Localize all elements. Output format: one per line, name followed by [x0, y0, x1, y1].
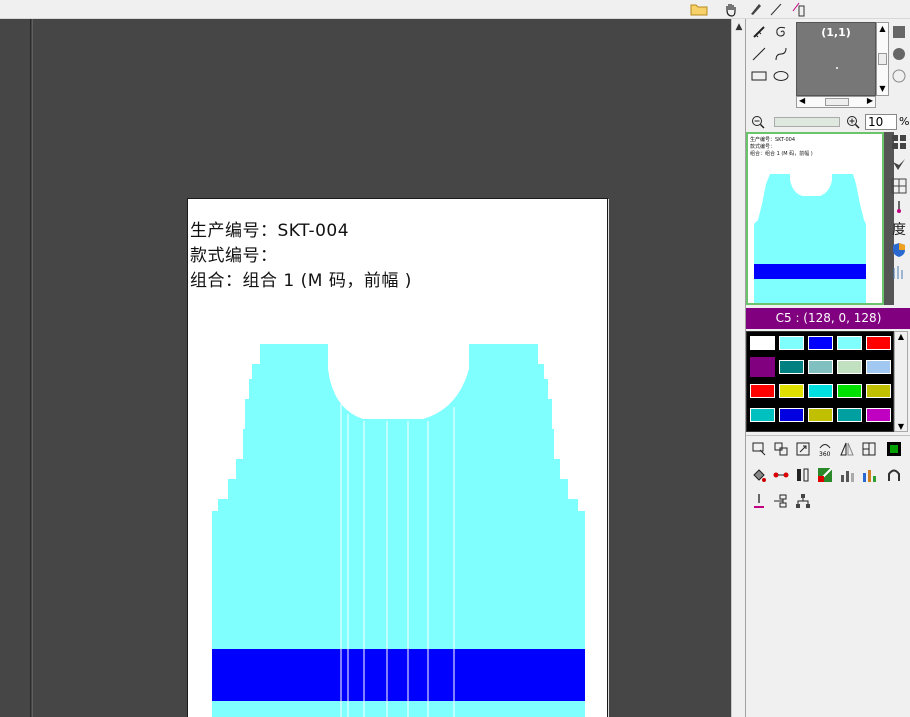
check-mark-icon[interactable] [889, 154, 909, 174]
palette-up-arrow-icon[interactable]: ▲ [895, 332, 907, 341]
zoom-in-icon[interactable] [843, 112, 863, 132]
navigator-down-arrow-icon[interactable]: ▼ [877, 83, 888, 95]
canvas-workspace[interactable]: 生产编号：SKT-004 款式编号： 组合：组合 1 (M 码，前幅 ) [0, 19, 731, 717]
chart-icon[interactable] [837, 465, 857, 485]
navigator-marker [836, 67, 838, 69]
navigator-vertical-thumb[interactable] [878, 53, 887, 65]
ellipse-tool-icon[interactable] [771, 66, 791, 86]
shield-icon[interactable] [889, 240, 909, 260]
grid-view-icon[interactable] [889, 132, 909, 152]
palette-swatch[interactable] [866, 360, 891, 374]
palette-swatch[interactable] [750, 408, 775, 422]
palette-swatch[interactable] [779, 384, 804, 398]
copy-icon[interactable] [771, 439, 791, 459]
rotate-icon[interactable]: 360 [815, 439, 835, 459]
palette-swatch[interactable] [837, 360, 862, 374]
palette-swatch[interactable] [779, 360, 804, 374]
navigator-right-arrow-icon[interactable]: ▶ [867, 96, 873, 105]
zoom-out-icon[interactable] [748, 112, 768, 132]
square-shape-icon[interactable] [889, 22, 909, 42]
palette-swatch[interactable] [750, 384, 775, 398]
thumbnail-garment [754, 174, 866, 303]
connect-icon[interactable] [771, 465, 791, 485]
palette-swatch[interactable] [866, 336, 891, 350]
canvas-vertical-scrollbar[interactable]: ▲ [731, 19, 745, 717]
scroll-up-arrow-icon[interactable]: ▲ [733, 20, 745, 34]
navigator-up-arrow-icon[interactable]: ▲ [877, 23, 888, 35]
analysis-icon[interactable] [859, 465, 879, 485]
brush-icon[interactable] [889, 198, 909, 218]
palette-swatch[interactable] [808, 360, 833, 374]
current-color-label: C5 : (128, 0, 128) [746, 308, 910, 329]
palette-swatch[interactable] [837, 336, 862, 350]
panel-empty-area [746, 519, 910, 717]
navigator-horizontal-scrollbar[interactable]: ◀ ▶ [796, 96, 876, 108]
palette-swatch[interactable] [750, 336, 775, 350]
palette-swatch[interactable] [808, 408, 833, 422]
split-icon[interactable] [859, 439, 879, 459]
thumbnail-preview[interactable]: 生产编号：SKT-004 款式编号： 组合：组合 1 (M 码，前幅 ) [746, 132, 884, 305]
palette-swatch[interactable] [808, 336, 833, 350]
arch-icon[interactable] [884, 465, 904, 485]
right-tool-panel: (1,1) ▲ ▼ ◀ ▶ 10 % 生产编号：SKT-004 款式编号： 组合… [745, 19, 910, 717]
hierarchy-icon[interactable] [793, 491, 813, 511]
palette-swatch[interactable] [750, 357, 775, 377]
navigator-coordinate: (1,1) [821, 26, 851, 39]
palette-swatch[interactable] [808, 384, 833, 398]
palette-swatch[interactable] [866, 408, 891, 422]
line-icon[interactable] [767, 1, 785, 17]
zoom-slider[interactable] [774, 117, 840, 127]
stamp-icon[interactable] [749, 491, 769, 511]
hollow-circle-icon[interactable] [889, 66, 909, 86]
navigator-view[interactable]: (1,1) [796, 22, 876, 96]
filled-circle-icon[interactable] [889, 44, 909, 64]
left-guide-line [30, 19, 33, 717]
degree-icon[interactable]: 度 [889, 219, 909, 239]
rectangle-tool-icon[interactable] [749, 66, 769, 86]
color-swap-icon[interactable] [815, 465, 835, 485]
curve-tool-icon[interactable] [771, 44, 791, 64]
line-tool-icon[interactable] [749, 44, 769, 64]
column-icon[interactable] [793, 465, 813, 485]
marker-icon[interactable] [790, 1, 808, 17]
navigator-horizontal-thumb[interactable] [825, 98, 849, 106]
editing-tools: 360 [746, 435, 910, 519]
mirror-icon[interactable] [837, 439, 857, 459]
palette-swatch[interactable] [779, 336, 804, 350]
garment-band [212, 649, 585, 701]
select-icon[interactable] [749, 439, 769, 459]
zoom-value-input[interactable]: 10 [865, 114, 897, 130]
palette-swatch[interactable] [837, 384, 862, 398]
palette-down-arrow-icon[interactable]: ▼ [895, 422, 907, 431]
zoom-controls: 10 % [746, 113, 910, 131]
resize-icon[interactable] [793, 439, 813, 459]
zoom-percent-label: % [899, 115, 910, 128]
design-paper[interactable]: 生产编号：SKT-004 款式编号： 组合：组合 1 (M 码，前幅 ) [187, 198, 608, 717]
svg-text:360: 360 [819, 451, 831, 457]
palette-swatch[interactable] [837, 408, 862, 422]
small-grid-icon[interactable] [889, 176, 909, 196]
palette-swatch[interactable] [779, 408, 804, 422]
hand-icon[interactable] [722, 1, 740, 17]
ruler-pen-icon[interactable] [749, 22, 769, 42]
folder-icon[interactable] [690, 1, 708, 17]
bars-icon[interactable] [889, 262, 909, 282]
navigator-left-arrow-icon[interactable]: ◀ [799, 96, 805, 105]
spiral-icon[interactable] [771, 22, 791, 42]
pen-icon[interactable] [747, 1, 765, 17]
bucket-icon[interactable] [749, 465, 769, 485]
palette-scrollbar[interactable]: ▲ ▼ [894, 331, 908, 432]
garment-front-pattern[interactable] [188, 199, 608, 717]
top-toolbar [0, 0, 910, 19]
link-nodes-icon[interactable] [771, 491, 791, 511]
color-palette[interactable] [746, 331, 894, 432]
fill-square-icon[interactable] [884, 439, 904, 459]
palette-swatch[interactable] [866, 384, 891, 398]
navigator-vertical-scrollbar[interactable]: ▲ ▼ [876, 22, 889, 96]
